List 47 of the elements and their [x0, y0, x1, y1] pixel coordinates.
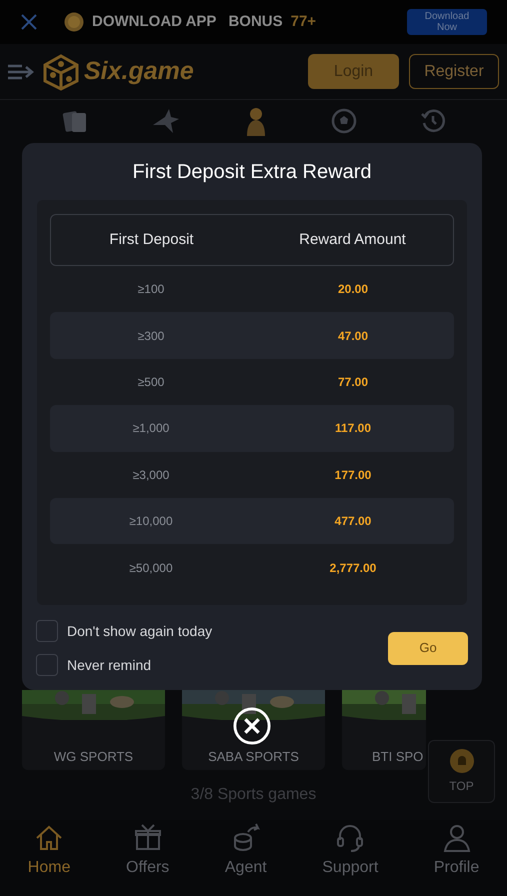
game-card[interactable]: BTI SPO [342, 690, 426, 770]
dice-logo-icon [42, 52, 80, 90]
soccer-ball-icon[interactable] [330, 108, 356, 134]
modal-title: First Deposit Extra Reward [132, 160, 372, 184]
column-header: Reward Amount [298, 230, 407, 250]
bell-icon [450, 748, 474, 772]
nav-tab[interactable]: Support [322, 822, 378, 880]
table-cell-text: ≥10,000 [128, 513, 174, 530]
download-button[interactable]: Download Now [407, 9, 487, 35]
checkbox-label: Don't show again today [67, 622, 212, 641]
menu-icon[interactable] [8, 64, 34, 80]
checkbox-label: Never remind [67, 656, 152, 674]
table-cell-text: 477.00 [334, 513, 372, 530]
table-cell-text: 47.00 [336, 328, 370, 345]
table-cell-text: ≥3,000 [132, 466, 170, 484]
go-button[interactable]: Go [388, 632, 468, 664]
bonus-label: BONUS [228, 12, 283, 32]
banner-headline: DOWNLOAD APP [92, 12, 216, 32]
game-label: BTI SPO [372, 748, 424, 766]
table-cell-text: 20.00 [336, 281, 370, 298]
nav-tab[interactable]: Home [28, 822, 70, 880]
table-cell-text: ≥500 [136, 374, 166, 391]
table-cell-text: 177.00 [334, 466, 372, 484]
table-cell-text: ≥300 [136, 328, 166, 345]
game-card[interactable]: WG SPORTS [22, 690, 165, 770]
cards-icon[interactable] [62, 108, 88, 134]
table-cell-text: ≥50,000 [128, 560, 174, 577]
column-header: First Deposit [108, 230, 195, 250]
game-card[interactable]: SABA SPORTS [182, 690, 325, 770]
bonus-value: 77+ [290, 12, 316, 32]
table-cell-text: ≥100 [136, 281, 166, 298]
coin-icon [64, 12, 84, 32]
table-cell-text: 117.00 [334, 420, 372, 438]
register-button[interactable]: Register [409, 54, 499, 89]
table-cell-text: 2,777.00 [328, 560, 378, 577]
top-button[interactable]: TOP [428, 740, 495, 803]
nav-tab[interactable]: Profile [434, 822, 480, 880]
checkbox[interactable] [36, 620, 58, 642]
game-label: SABA SPORTS [208, 748, 299, 766]
table-cell-text: ≥1,000 [132, 420, 170, 438]
nav-tab[interactable]: Agent [224, 822, 267, 880]
checkbox[interactable] [36, 654, 58, 676]
logo-text: Six.game [84, 56, 194, 87]
history-icon[interactable] [420, 108, 446, 134]
game-label: WG SPORTS [54, 748, 134, 766]
table-cell-text: 77.00 [336, 374, 370, 391]
nav-tab[interactable]: Offers [126, 822, 170, 880]
